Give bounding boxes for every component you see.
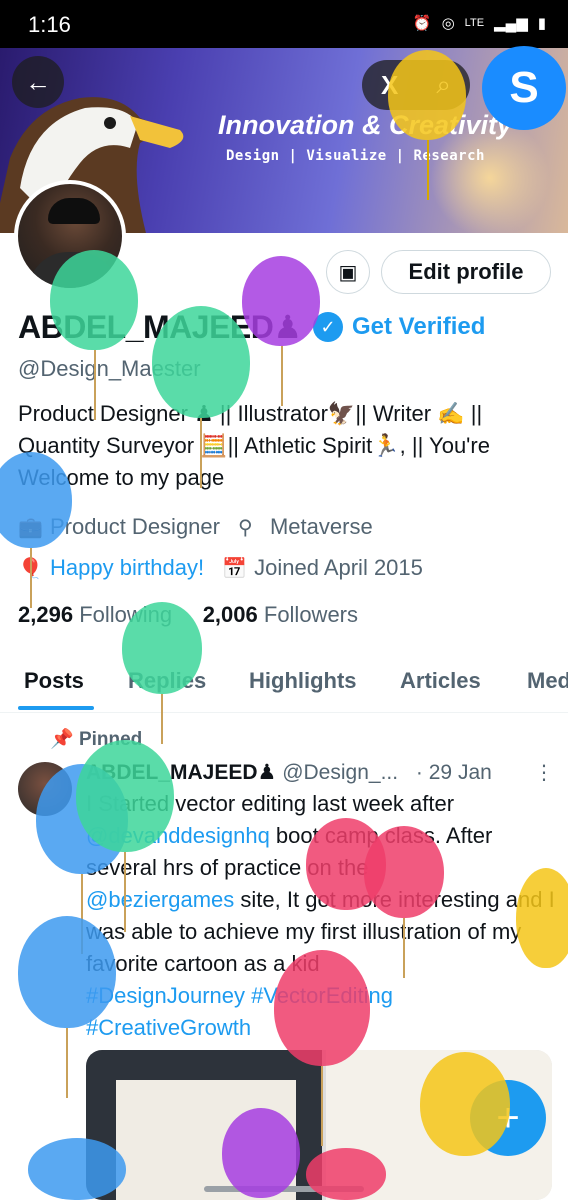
more-options-icon[interactable]: ⋮ <box>534 760 554 785</box>
tab-highlights[interactable]: Highlights <box>249 668 357 694</box>
hotspot-icon: ◎ <box>441 15 455 32</box>
get-verified-link[interactable]: Get Verified <box>352 313 485 341</box>
joined-date: Joined April 2015 <box>254 555 423 580</box>
profile-bio: Product Designer ♟ || Illustrator🦅|| Wri… <box>18 401 490 490</box>
arrow-left-icon: ← <box>25 66 51 97</box>
balloon-string <box>124 852 126 932</box>
balloon-green-4 <box>76 740 174 852</box>
tab-posts[interactable]: Posts <box>24 668 84 694</box>
balloon-red-4 <box>306 1148 386 1200</box>
balloon-blue-4 <box>28 1138 126 1200</box>
profile-location: Metaverse <box>269 514 373 539</box>
hashtag-creativegrowth[interactable]: #CreativeGrowth <box>86 1015 251 1040</box>
active-tab-indicator <box>18 706 94 710</box>
balloon-purple-2 <box>222 1108 300 1198</box>
pin-icon: 📌 <box>50 729 74 750</box>
status-icons: ⏰ ◎ LTE ▂▄▆ ▮ <box>413 14 546 32</box>
banner-subtitle: Design | Visualize | Research <box>226 148 485 164</box>
profile-meta-row-2: 🎈 Happy birthday! 📅 Joined April 2015 <box>18 555 423 581</box>
balloon-yellow-3 <box>420 1052 510 1156</box>
profile-profession: Product Designer <box>50 514 220 539</box>
post-handle[interactable]: @Design_... <box>282 761 398 784</box>
avatar-cap <box>48 198 100 224</box>
edit-profile-button[interactable]: Edit profile <box>381 250 551 294</box>
balloon-string <box>66 1028 68 1098</box>
mention-beziergames[interactable]: @beziergames <box>86 887 234 912</box>
balloon-green-1 <box>50 250 138 350</box>
status-bar: 1:16 ⏰ ◎ LTE ▂▄▆ ▮ <box>0 0 568 48</box>
alarm-icon: ⏰ <box>412 15 432 32</box>
balloon-red-3 <box>274 950 370 1066</box>
balloon-yellow-2 <box>516 868 568 968</box>
balloon-string <box>30 548 32 608</box>
followers-count: 2,006 <box>202 602 258 627</box>
following-count: 2,296 <box>18 602 74 627</box>
status-time: 1:16 <box>28 12 71 37</box>
balloon-string <box>161 694 163 744</box>
tab-articles[interactable]: Articles <box>400 668 481 694</box>
shazam-icon: S <box>509 63 539 112</box>
balloon-green-3 <box>122 602 202 694</box>
balloon-string <box>427 140 429 200</box>
banner-title: Innovation & Creativity <box>218 110 513 140</box>
network-label: LTE <box>464 17 485 29</box>
location-pin-icon: ⚲ <box>237 516 253 539</box>
back-button[interactable]: ← <box>12 56 64 108</box>
battery-icon: ▮ <box>537 15 546 32</box>
calendar-icon: 📅 <box>222 557 247 580</box>
balloon-string <box>94 350 96 420</box>
balloon-red-2 <box>364 826 444 918</box>
balloon-string <box>200 418 202 488</box>
balloon-green-2 <box>152 306 250 418</box>
money-icon: ▣ <box>338 261 358 284</box>
shazam-overlay-button[interactable]: S <box>482 46 566 130</box>
balloon-string <box>403 918 405 978</box>
tab-media[interactable]: Media <box>527 668 568 694</box>
profile-meta-row-1: 💼 Product Designer ⚲ Metaverse <box>18 514 373 540</box>
balloon-yellow-1 <box>388 50 466 140</box>
balloon-string <box>321 1066 323 1146</box>
post-date: · 29 Jan <box>415 761 492 784</box>
balloon-blue-3 <box>18 916 116 1028</box>
balloon-purple-1 <box>242 256 320 346</box>
birthday-text[interactable]: Happy birthday! <box>50 555 204 581</box>
followers-label: Followers <box>263 602 359 627</box>
ad-settings-button[interactable]: ▣ <box>326 250 370 294</box>
followers-link[interactable]: 2,006 Followers <box>203 602 358 627</box>
signal-icon: ▂▄▆ <box>494 15 528 32</box>
balloon-string <box>281 346 283 406</box>
